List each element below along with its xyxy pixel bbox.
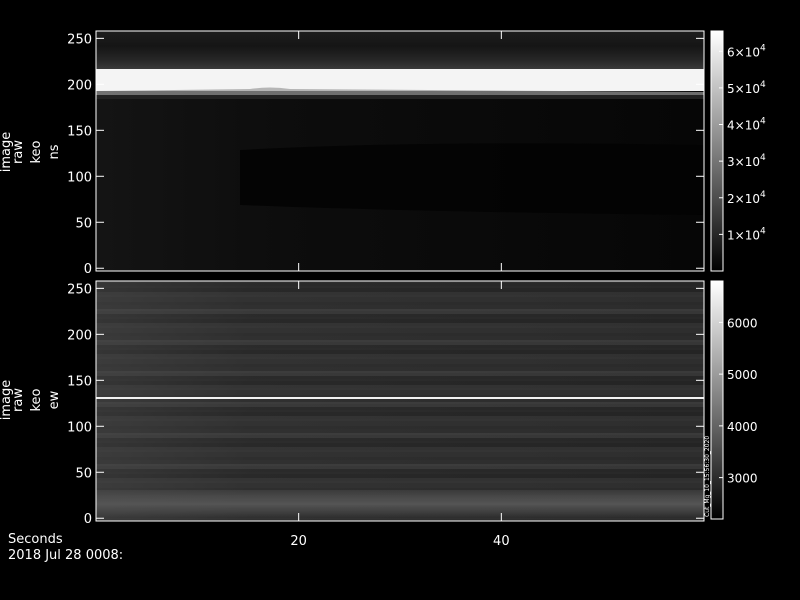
ns-ylabel: image raw keo ns (0, 132, 62, 173)
ns-keogram-upper-airglow (96, 31, 704, 69)
ns-colorbar-tick-label: 4×104 (727, 117, 766, 133)
ns-colorbar-tick-label: 6×104 (727, 43, 766, 59)
ns-ylabel-line: raw (11, 140, 26, 164)
ew-ylabel-line: keo (29, 388, 44, 411)
ns-y-tick-label: 0 (84, 262, 92, 277)
ns-y-tick-label: 100 (67, 170, 92, 185)
ew-ylabel: image raw keo ew (0, 380, 62, 421)
x-tick-label: 20 (290, 534, 307, 549)
ew-y-tick-label: 250 (67, 282, 92, 297)
ns-y-tick-label: 250 (67, 32, 92, 47)
ew-y-tick-label: 150 (67, 374, 92, 389)
ns-ylabel-line: keo (29, 140, 44, 163)
ns-colorbar-tick-label: 3×104 (727, 153, 766, 169)
ew-keogram-panel: 0 50 100 150 200 250 20 40 (67, 280, 705, 549)
date-label: 2018 Jul 28 0008: (8, 548, 123, 563)
ns-colorbar-tick-label: 2×104 (727, 190, 766, 206)
ew-colorbar-tick-label: 3000 (727, 472, 758, 486)
x-tick-label: 40 (493, 534, 510, 549)
ns-colorbar-tick-label: 5×104 (727, 80, 766, 96)
ns-keogram-panel: 0 50 100 150 200 250 (67, 30, 705, 277)
ew-y-tick-label: 0 (84, 512, 92, 527)
ns-colorbar: 1×104 2×104 3×104 4×104 5×104 6×104 (710, 30, 766, 272)
ew-colorbar-gradient (710, 280, 724, 520)
ew-ylabel-line: ew (47, 390, 62, 409)
ew-keogram-left-glow (96, 281, 704, 521)
ns-y-tick-label: 150 (67, 124, 92, 139)
ns-colorbar-tick-label: 1×104 (727, 226, 766, 242)
ns-ylabel-line: ns (47, 144, 62, 159)
ew-y-tick-label: 50 (75, 466, 92, 481)
keogram-figure: 050100150200250 image raw keo ns 1×1042×… (0, 30, 766, 563)
ew-colorbar-tick-label: 5000 (727, 368, 758, 382)
ew-keogram-bright-line (96, 397, 704, 399)
ew-colorbar: 3000 4000 5000 6000 Cut_Mg_10_15:56:30_2020 (704, 280, 758, 520)
ns-y-tick-label: 50 (75, 216, 92, 231)
ns-keogram-band-shadow (96, 95, 704, 99)
ns-colorbar-gradient (710, 30, 724, 272)
x-axis-title: Seconds (8, 532, 63, 547)
ew-y-tick-label: 200 (67, 328, 92, 343)
ew-colorbar-side-note: Cut_Mg_10_15:56:30_2020 (704, 436, 711, 517)
ew-ylabel-line: raw (11, 388, 26, 412)
ns-y-tick-label: 200 (67, 78, 92, 93)
ns-colorbar-ticks: 1×104 2×104 3×104 4×104 5×104 6×104 (719, 43, 766, 242)
ew-colorbar-ticks: 3000 4000 5000 6000 (719, 316, 758, 486)
ew-colorbar-tick-label: 6000 (727, 316, 758, 330)
ns-keogram-saturated-band (96, 69, 704, 91)
ew-colorbar-tick-label: 4000 (727, 420, 758, 434)
ew-y-tick-label: 100 (67, 420, 92, 435)
ns-keogram-dark-patch (240, 143, 704, 215)
